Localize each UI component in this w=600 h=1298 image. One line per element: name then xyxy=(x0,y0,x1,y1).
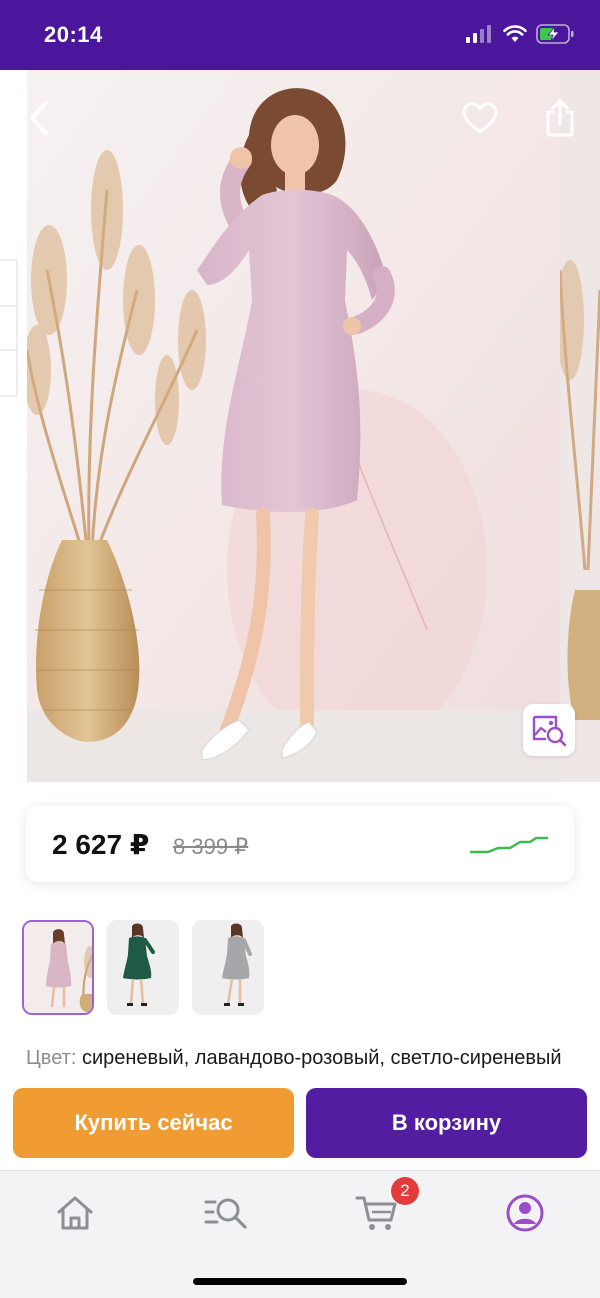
catalog-search-icon xyxy=(204,1198,247,1229)
previous-image-edge xyxy=(0,70,27,782)
color-variant-thumbnails xyxy=(22,920,264,1015)
share-button[interactable] xyxy=(536,94,584,142)
profile-icon xyxy=(506,1194,544,1232)
status-icons xyxy=(466,24,574,44)
cart-icon xyxy=(355,1196,397,1230)
price-history-chart[interactable] xyxy=(468,828,550,862)
tab-profile[interactable] xyxy=(495,1189,555,1237)
product-image-gallery[interactable] xyxy=(0,70,600,782)
home-indicator xyxy=(193,1278,407,1285)
color-description: Цвет: сиреневый, лавандово-розовый, свет… xyxy=(26,1043,586,1087)
price-card: 2 627 ₽ 8 399 ₽ xyxy=(26,806,574,882)
thumbnail-variant-3[interactable] xyxy=(192,920,264,1015)
product-photo xyxy=(27,70,560,782)
home-icon xyxy=(57,1196,93,1230)
wifi-icon xyxy=(503,25,527,42)
favorite-button[interactable] xyxy=(456,94,504,142)
image-search-icon xyxy=(532,715,567,747)
status-time: 20:14 xyxy=(44,22,103,47)
thumbnail-variant-2[interactable] xyxy=(107,920,179,1015)
back-button[interactable] xyxy=(16,94,64,142)
current-price: 2 627 ₽ xyxy=(52,829,150,860)
next-image-edge xyxy=(556,70,600,782)
old-price: 8 399 ₽ xyxy=(173,834,249,859)
chevron-left-icon xyxy=(30,101,48,135)
image-search-button[interactable] xyxy=(523,704,575,756)
tab-home[interactable] xyxy=(45,1189,105,1237)
battery-charging-icon xyxy=(536,24,574,44)
tab-catalog[interactable] xyxy=(196,1189,256,1237)
heart-icon xyxy=(462,102,498,134)
cellular-signal-icon xyxy=(466,25,491,43)
color-label: Цвет: xyxy=(26,1047,77,1069)
share-icon xyxy=(546,99,574,137)
cart-count-badge: 2 xyxy=(391,1177,419,1205)
status-bar: 20:14 xyxy=(0,0,600,70)
add-to-cart-button[interactable]: В корзину xyxy=(306,1088,587,1158)
color-value: сиреневый, лавандово-розовый, светло-сир… xyxy=(81,1047,562,1069)
thumbnail-variant-1[interactable] xyxy=(22,920,94,1015)
buy-now-button[interactable]: Купить сейчас xyxy=(13,1088,294,1158)
